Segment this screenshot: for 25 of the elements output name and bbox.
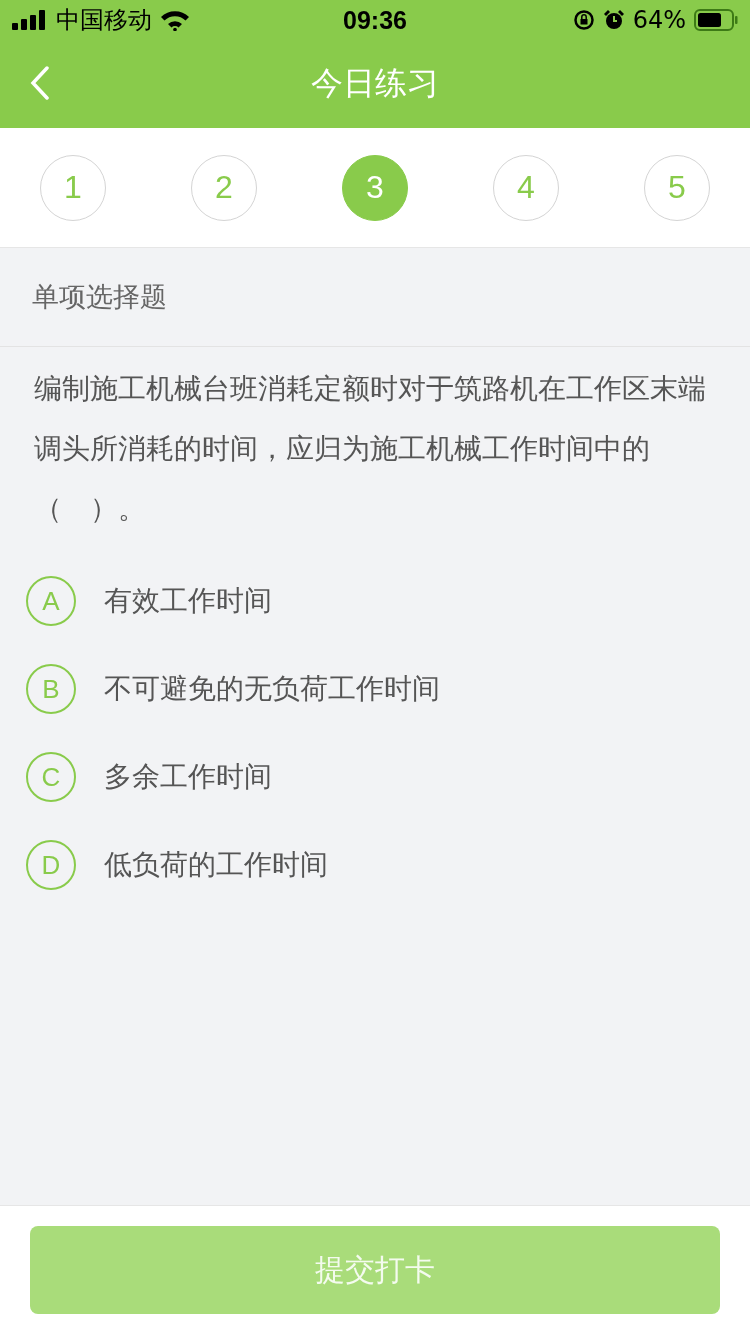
option-text[interactable]: 低负荷的工作时间 — [104, 846, 328, 884]
question-type: 单项选择题 — [32, 280, 167, 314]
question-number-tab[interactable]: 4 — [493, 154, 559, 221]
option-text[interactable]: 有效工作时间 — [104, 582, 272, 620]
option-letter-button[interactable]: C — [26, 752, 76, 802]
carrier-name: 中国移动 — [56, 5, 152, 36]
wifi-icon — [160, 9, 190, 31]
question-number-tab[interactable]: 3 — [342, 154, 408, 221]
question-number-tab[interactable]: 5 — [644, 154, 710, 221]
option-text[interactable]: 不可避免的无负荷工作时间 — [104, 670, 440, 708]
question-number-tab[interactable]: 2 — [191, 154, 257, 221]
battery-icon — [694, 9, 738, 31]
question-text: 编制施工机械台班消耗定额时对于筑路机在工作区末端调头所消耗的时间，应归为施工机械工作时间中的（ ）。 — [34, 371, 707, 527]
question-number-tab[interactable]: 1 — [40, 154, 106, 221]
status-time: 09:36 — [343, 5, 407, 35]
alarm-icon — [602, 9, 625, 31]
signal-icon — [12, 10, 48, 30]
option-letter-button[interactable]: D — [26, 840, 76, 890]
option-letter-button[interactable]: B — [26, 664, 76, 714]
battery-percent: 64% — [632, 6, 686, 34]
chevron-left-icon — [30, 66, 50, 100]
option-letter-button[interactable]: A — [26, 576, 76, 626]
page-title: 今日练习 — [311, 63, 439, 104]
rotation-lock-icon — [572, 9, 595, 31]
option-text[interactable]: 多余工作时间 — [104, 758, 272, 796]
